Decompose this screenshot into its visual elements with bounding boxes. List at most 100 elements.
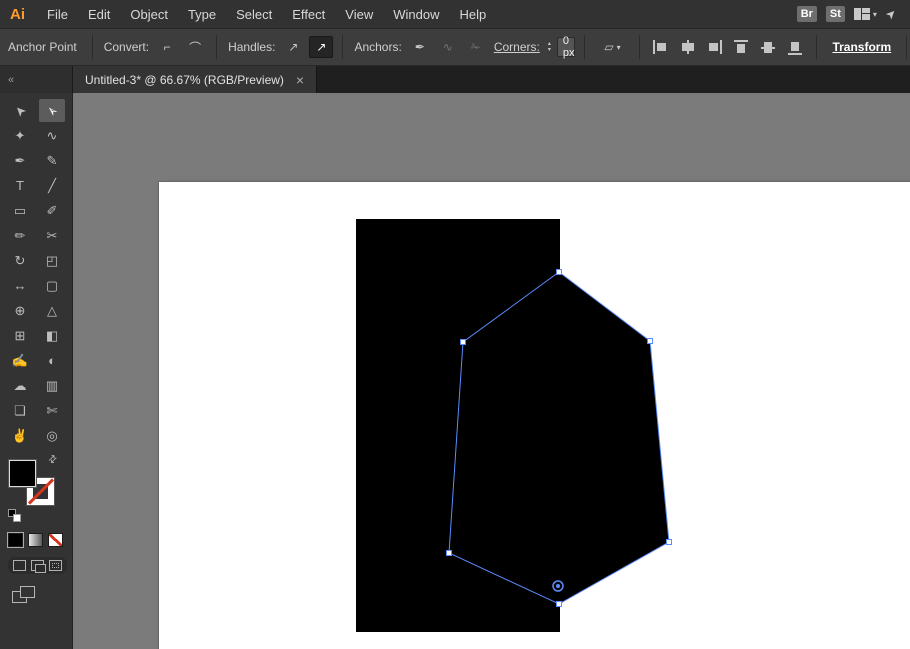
width-tool-button[interactable]: ↔ [7,274,33,297]
rectangle-tool-button[interactable]: ▭ [7,199,33,222]
scissors-tool-button[interactable]: ✂ [39,224,65,247]
cut-path-button[interactable]: ✁ [464,36,488,58]
menu-list: File Edit Object Type Select Effect View Window… [37,0,496,28]
shape-menu-button[interactable]: ▱ ▾ [594,36,630,58]
align-bottom-button[interactable] [784,37,807,58]
stepper-down-icon[interactable]: ▾ [548,47,551,53]
align-icon-box [791,41,800,51]
canvas-area[interactable] [73,93,910,649]
corner-point-icon: ⌐ [163,40,171,54]
direct-selection-tool-icon: ➣ [42,101,61,121]
anchor-point[interactable] [446,550,452,556]
slice-tool-icon: ✄ [46,402,58,418]
eyedropper-tool-button[interactable]: ✍ [7,349,33,372]
menu-help[interactable]: Help [449,7,496,22]
hand-tool-button[interactable]: ✌ [7,424,33,447]
anchor-point[interactable] [556,601,562,607]
convert-to-smooth-button[interactable]: ⌒ [183,36,207,58]
show-handles-button[interactable]: ↗ [281,36,305,58]
menu-window[interactable]: Window [383,7,449,22]
artboard-tool-icon: ❏ [14,402,26,418]
artboard-tool-button[interactable]: ❏ [7,399,33,422]
convert-to-corner-button[interactable]: ⌐ [155,36,179,58]
main-area: ➤ ➣ ✦ ∿ ✒ ✎ T ╱ ▭ ✐ ✏ ✂ ↻ ◰ ↔ ▢ ⊕ △ ⊞ ◧ ✍ ◐ ☁ ▥ ❏ ✄ ✌ ◎ ⇄ [0,93,910,649]
align-icon-box [737,43,746,53]
menu-file[interactable]: File [37,7,78,22]
graph-tool-button[interactable]: ▥ [39,374,65,397]
blend-tool-button[interactable]: ◐ [39,349,65,372]
slice-tool-button[interactable]: ✄ [39,399,65,422]
menu-effect[interactable]: Effect [282,7,335,22]
hide-handles-button[interactable]: ↗ [309,36,334,58]
remove-anchor-button[interactable]: ✒ [408,36,432,58]
menu-edit[interactable]: Edit [78,7,120,22]
gradient-tool-button[interactable]: ◧ [39,324,65,347]
mesh-tool-button[interactable]: ⊞ [7,324,33,347]
corners-label[interactable]: Corners: [494,40,540,54]
menu-view[interactable]: View [335,7,383,22]
gpu-glyph: ➤ [882,5,900,23]
bridge-button[interactable]: Br [796,6,817,22]
transform-button[interactable]: Transform [832,40,891,54]
free-transform-tool-button[interactable]: ▢ [39,274,65,297]
magic-wand-tool-button[interactable]: ✦ [7,124,33,147]
menu-select[interactable]: Select [226,7,282,22]
align-vertical-center-button[interactable] [757,37,780,58]
selected-polygon[interactable] [448,271,670,605]
close-tab-icon[interactable]: × [296,73,304,87]
stock-button[interactable]: St [825,6,845,22]
align-icon-box [709,42,719,51]
color-button[interactable] [8,533,23,547]
perspective-grid-tool-button[interactable]: △ [39,299,65,322]
artboard[interactable] [159,182,910,649]
curvature-tool-button[interactable]: ✎ [39,149,65,172]
screen-mode-button[interactable] [12,586,38,604]
type-tool-button[interactable]: T [7,174,33,197]
zoom-tool-button[interactable]: ◎ [39,424,65,447]
lasso-tool-button[interactable]: ∿ [39,124,65,147]
illustrator-window: Ai File Edit Object Type Select Effect View Win… [0,0,910,649]
rotate-tool-icon: ↻ [14,252,26,268]
shape-builder-tool-button[interactable]: ⊕ [7,299,33,322]
corners-stepper[interactable]: ▴ ▾ [548,41,551,53]
align-top-button[interactable] [730,37,753,58]
swap-fill-stroke-icon[interactable]: ⇄ [46,453,60,467]
workspace-switcher[interactable]: ▾ [853,8,877,20]
fill-swatch[interactable] [9,460,36,487]
hide-handles-icon: ↗ [316,40,327,54]
line-segment-tool-button[interactable]: ╱ [39,174,65,197]
document-tab[interactable]: Untitled-3* @ 66.67% (RGB/Preview) × [73,66,318,93]
selection-tool-button[interactable]: ➤ [7,99,33,122]
anchor-point[interactable] [647,338,653,344]
gpu-performance-icon[interactable]: ➤ [882,5,899,22]
connect-anchors-button[interactable]: ∿ [436,36,460,58]
align-horizontal-center-button[interactable] [676,37,699,58]
type-tool-icon: T [16,178,24,193]
menu-object[interactable]: Object [120,7,178,22]
hand-tool-icon: ✌ [11,427,29,443]
scale-tool-button[interactable]: ◰ [39,249,65,272]
default-fill-stroke-icon[interactable] [8,509,24,524]
cut-path-icon: ✁ [470,40,481,54]
gradient-button[interactable] [28,533,43,547]
align-icon-box [682,42,695,51]
align-left-button[interactable] [649,37,672,58]
shaper-tool-button[interactable]: ✏ [7,224,33,247]
rotate-tool-button[interactable]: ↻ [7,249,33,272]
symbol-sprayer-tool-button[interactable]: ☁ [7,374,33,397]
paintbrush-tool-button[interactable]: ✐ [39,199,65,222]
align-right-button[interactable] [703,37,726,58]
anchor-point[interactable] [460,339,466,345]
anchor-point[interactable] [666,539,672,545]
menu-type[interactable]: Type [178,7,226,22]
draw-normal-button[interactable] [13,560,26,571]
corners-input[interactable]: 0 px [556,35,576,59]
draw-behind-button[interactable] [31,560,46,573]
free-transform-tool-icon: ▢ [45,277,59,293]
direct-selection-tool-button[interactable]: ➣ [39,99,65,122]
collapse-toolbar-button[interactable]: « [8,74,14,86]
none-button[interactable] [48,533,63,547]
pen-tool-button[interactable]: ✒ [7,149,33,172]
anchor-point[interactable] [556,269,562,275]
draw-inside-button[interactable] [49,560,62,571]
